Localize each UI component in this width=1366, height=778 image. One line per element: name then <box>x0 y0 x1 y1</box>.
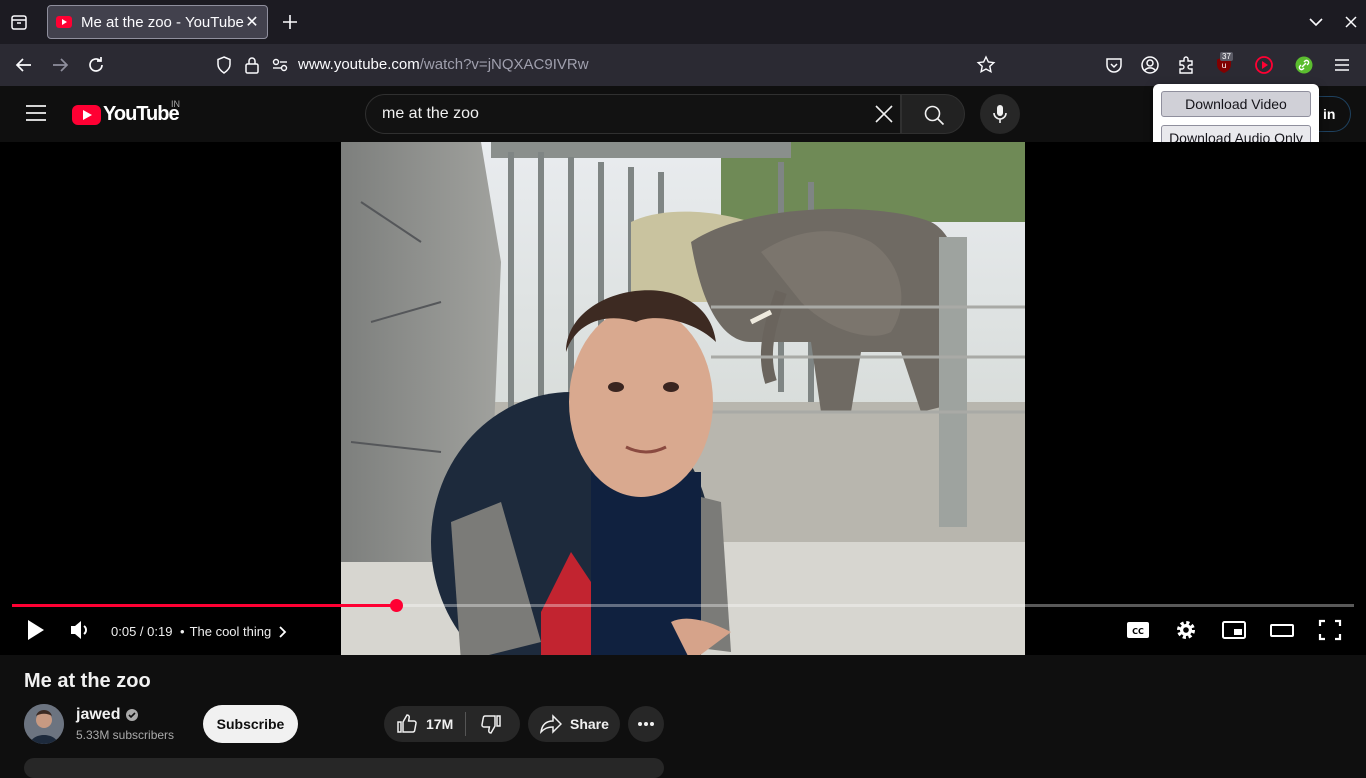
url-path: /watch?v=jNQXAC9IVRw <box>419 56 589 73</box>
mute-button[interactable] <box>68 617 92 643</box>
country-code: IN <box>171 99 180 109</box>
url-bar[interactable]: www.youtube.com/watch?v=jNQXAC9IVRw <box>298 56 589 73</box>
link-extension-icon[interactable] <box>1294 55 1314 75</box>
video-player[interactable]: 0:05 / 0:19 • The cool thing CC <box>0 142 1366 655</box>
download-video-button[interactable]: Download Video <box>1161 91 1311 117</box>
chapter-button[interactable]: • The cool thing <box>180 624 289 639</box>
tab-list-icon[interactable] <box>10 13 28 31</box>
new-tab-icon[interactable] <box>280 12 300 32</box>
search-icon <box>924 105 945 126</box>
ublock-count-badge: 37 <box>1220 52 1233 61</box>
volume-icon <box>71 621 87 639</box>
lock-icon[interactable] <box>242 55 262 75</box>
search-query-text: me at the zoo <box>382 105 479 122</box>
youtube-logo-text: YouTube <box>103 103 180 125</box>
app-menu-icon[interactable] <box>1332 55 1352 75</box>
closed-captions-icon: CC <box>1127 622 1149 638</box>
url-host: www.youtube.com <box>298 56 420 73</box>
account-icon[interactable] <box>1140 55 1160 75</box>
browser-tab-strip: Me at the zoo - YouTube ✕ <box>0 0 1366 44</box>
browser-tab-active[interactable]: Me at the zoo - YouTube ✕ <box>47 5 268 39</box>
thumbs-up-icon <box>397 714 417 733</box>
channel-avatar[interactable] <box>24 704 64 744</box>
progress-scrubber-handle[interactable] <box>389 599 403 612</box>
tab-title: Me at the zoo - YouTube <box>81 13 244 31</box>
sign-in-label-partial: in <box>1323 106 1336 122</box>
dislike-button[interactable] <box>466 713 502 735</box>
microphone-icon <box>993 105 1007 123</box>
youtube-download-extension-icon[interactable] <box>1254 55 1274 75</box>
forward-arrow-icon[interactable] <box>50 55 70 75</box>
svg-text:CC: CC <box>1132 627 1144 636</box>
search-input[interactable]: me at the zoo <box>365 94 901 134</box>
youtube-play-logo-icon <box>72 104 101 125</box>
chapter-title: The cool thing <box>189 624 272 639</box>
site-permissions-icon[interactable] <box>270 55 290 75</box>
play-button[interactable] <box>22 617 48 643</box>
progress-bar[interactable] <box>12 599 1354 612</box>
chevron-right-icon <box>279 625 287 638</box>
video-title: Me at the zoo <box>24 670 151 692</box>
bookmark-star-icon[interactable] <box>976 55 996 75</box>
tracking-protection-shield-icon[interactable] <box>214 55 234 75</box>
share-button[interactable]: Share <box>528 706 620 742</box>
like-count: 17M <box>426 716 454 732</box>
youtube-favicon-icon <box>56 16 72 28</box>
window-close-icon[interactable] <box>1343 14 1359 30</box>
settings-button[interactable] <box>1174 617 1198 643</box>
clear-search-icon[interactable] <box>874 104 894 124</box>
share-label: Share <box>570 716 609 732</box>
miniplayer-button[interactable] <box>1221 617 1247 643</box>
guide-menu-icon[interactable] <box>26 105 46 121</box>
search-button[interactable] <box>901 94 965 134</box>
subscriber-count: 5.33M subscribers <box>76 728 175 742</box>
fullscreen-button[interactable] <box>1317 617 1343 643</box>
like-dislike-group: 17M <box>384 706 520 742</box>
fullscreen-icon <box>1318 619 1342 641</box>
theater-mode-button[interactable] <box>1269 617 1295 643</box>
time-display: 0:05 / 0:19 <box>111 624 173 639</box>
verified-badge-icon <box>126 709 139 721</box>
tab-close-icon[interactable]: ✕ <box>245 12 259 32</box>
browser-nav-bar: www.youtube.com/watch?v=jNQXAC9IVRw u <box>0 44 1366 86</box>
subscribe-button[interactable]: Subscribe <box>203 705 298 743</box>
voice-search-button[interactable] <box>980 94 1020 134</box>
chapter-separator: • <box>180 624 185 639</box>
reload-icon[interactable] <box>86 55 106 75</box>
subtitles-button[interactable]: CC <box>1126 617 1150 643</box>
description-box[interactable] <box>24 758 664 778</box>
more-horizontal-icon <box>638 722 654 726</box>
pocket-icon[interactable] <box>1104 55 1124 75</box>
extensions-puzzle-icon[interactable] <box>1176 55 1196 75</box>
share-arrow-icon <box>540 714 562 735</box>
channel-name: jawed <box>76 706 121 723</box>
video-frame-image[interactable] <box>341 142 1025 655</box>
miniplayer-icon <box>1222 621 1246 639</box>
more-actions-button[interactable] <box>628 706 664 742</box>
gear-icon <box>1177 621 1195 639</box>
list-all-tabs-chevron-icon[interactable] <box>1308 14 1324 30</box>
youtube-logo[interactable]: YouTube <box>72 103 180 126</box>
thumbs-down-icon <box>481 715 501 734</box>
play-icon <box>28 620 44 640</box>
like-button[interactable]: 17M <box>384 712 466 736</box>
back-arrow-icon[interactable] <box>14 55 34 75</box>
progress-played <box>12 604 396 607</box>
theater-mode-icon <box>1270 624 1294 637</box>
channel-name-link[interactable]: jawed <box>76 706 139 724</box>
svg-text:u: u <box>1221 61 1226 70</box>
